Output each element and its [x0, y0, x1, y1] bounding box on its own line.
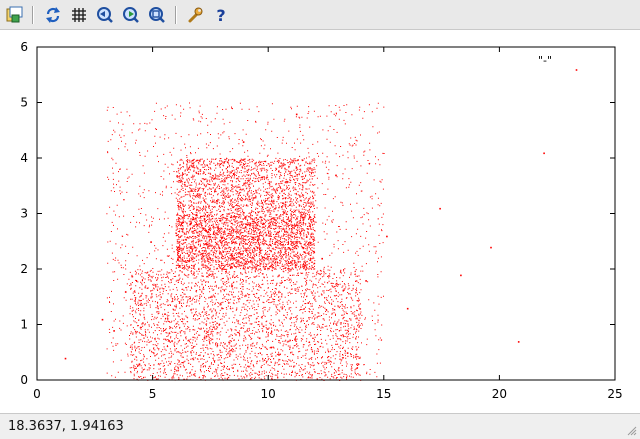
scatter-point — [321, 257, 323, 260]
y-tick-label: 1 — [20, 318, 28, 332]
scatter-point — [460, 274, 462, 277]
replot-button[interactable] — [42, 4, 64, 26]
scatter-point — [335, 174, 337, 177]
dense-regions — [106, 102, 385, 381]
y-tick-label: 0 — [20, 373, 28, 387]
dense-region-dots — [175, 158, 316, 215]
grid-button[interactable] — [68, 4, 90, 26]
zoom-previous-icon — [97, 7, 113, 23]
toolbar-separator — [32, 6, 34, 24]
axis-ticks: 0 5 10 15 20 25 0 1 2 3 4 5 6 — [20, 40, 622, 401]
plot-frame — [36, 46, 616, 381]
legend-entry: "-" — [538, 54, 552, 67]
scatter-points — [64, 69, 578, 365]
scatter-point — [307, 302, 310, 304]
y-tick-label: 5 — [20, 96, 28, 110]
scatter-point — [575, 69, 578, 71]
y-tick-label: 3 — [20, 207, 28, 221]
scatter-point — [517, 341, 520, 343]
y-tick-label: 4 — [20, 151, 28, 165]
zoom-previous-button[interactable] — [94, 4, 116, 26]
scatter-point — [543, 152, 545, 155]
x-tick-label: 25 — [607, 387, 622, 401]
zoom-next-button[interactable] — [120, 4, 142, 26]
scatter-point — [295, 113, 298, 116]
unzoom-button[interactable] — [146, 4, 168, 26]
dense-region — [175, 213, 316, 270]
status-bar: 18.3637, 1.94163 — [0, 413, 640, 439]
scatter-point — [64, 357, 67, 360]
unzoom-icon — [149, 7, 165, 23]
replot-icon — [46, 7, 60, 23]
dense-region — [175, 158, 316, 215]
scatter-chart[interactable]: 0 5 10 15 20 25 0 1 2 3 4 5 6 "-" — [0, 31, 640, 412]
x-tick-label: 10 — [261, 387, 276, 401]
scatter-point — [386, 235, 388, 238]
scatter-point — [242, 141, 245, 143]
scatter-point — [164, 313, 166, 315]
scatter-point — [365, 280, 367, 282]
grid-icon — [72, 8, 86, 22]
toolbar: ? — [0, 0, 640, 30]
dense-region — [129, 269, 362, 381]
scatter-point — [439, 207, 441, 210]
scatter-point — [101, 318, 104, 321]
resize-grip-icon[interactable] — [625, 424, 637, 436]
coordinate-readout: 18.3637, 1.94163 — [8, 419, 124, 434]
x-tick-label: 5 — [149, 387, 157, 401]
scatter-point — [490, 246, 492, 249]
scatter-point — [150, 241, 152, 243]
help-icon: ? — [216, 6, 225, 24]
export-icon — [6, 6, 23, 23]
y-tick-label: 2 — [20, 262, 28, 276]
scatter-point — [205, 335, 208, 338]
dense-region-dots — [129, 269, 362, 381]
settings-button[interactable] — [184, 4, 206, 26]
x-tick-label: 20 — [492, 387, 507, 401]
scatter-point — [406, 307, 409, 310]
scatter-point — [138, 363, 141, 365]
scatter-point — [219, 163, 222, 166]
scatter-point — [346, 352, 349, 354]
toolbar-separator — [175, 6, 177, 24]
svg-text:?: ? — [216, 6, 225, 24]
y-tick-label: 6 — [20, 40, 28, 54]
help-button[interactable]: ? — [210, 4, 232, 26]
dense-region-dots — [175, 213, 316, 270]
scatter-point — [124, 291, 127, 293]
export-button[interactable] — [4, 4, 26, 26]
wrench-icon — [188, 7, 203, 23]
zoom-next-icon — [123, 7, 139, 23]
scatter-point — [113, 330, 115, 332]
plot-area[interactable]: 0 5 10 15 20 25 0 1 2 3 4 5 6 "-" — [0, 31, 640, 412]
x-tick-label: 0 — [33, 387, 41, 401]
x-tick-label: 15 — [376, 387, 391, 401]
